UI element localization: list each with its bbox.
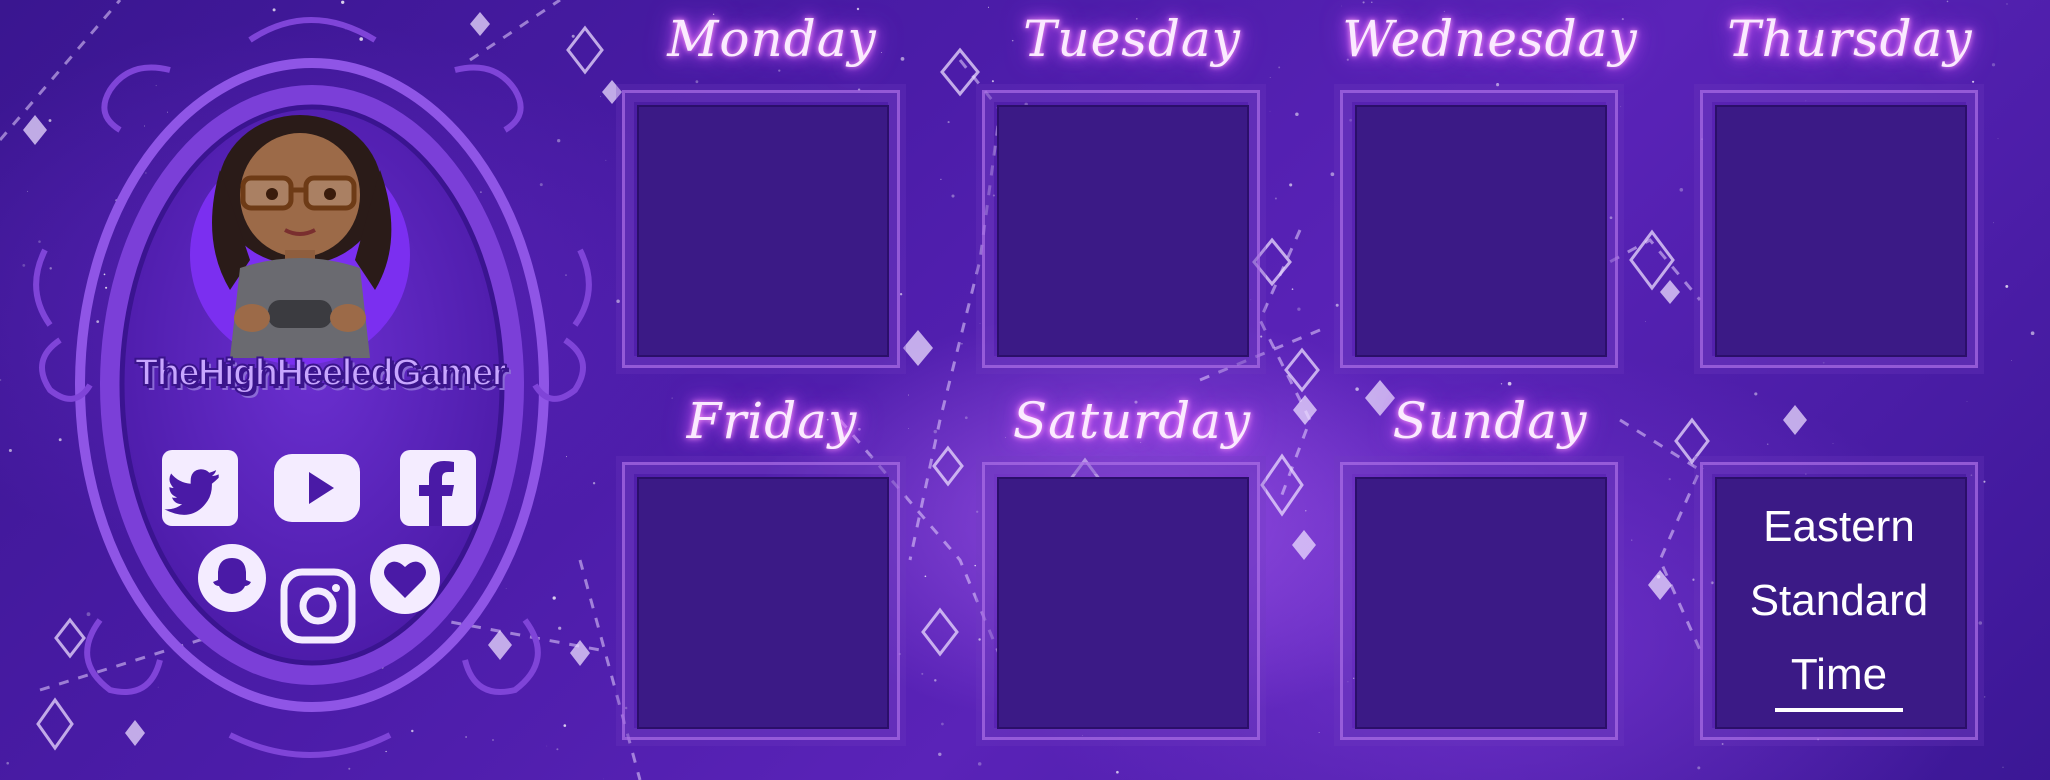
day-title-wednesday: Wednesday <box>1342 10 1638 68</box>
day-title-thursday: Thursday <box>1727 10 1973 68</box>
timezone-line-1: Eastern <box>1763 502 1915 551</box>
schedule-frame-monday <box>622 90 900 368</box>
schedule-slot-wednesday[interactable] <box>1355 105 1607 357</box>
timezone-underline <box>1775 708 1903 712</box>
youtube-icon[interactable] <box>272 448 362 528</box>
schedule-frame-saturday <box>982 462 1260 740</box>
schedule-frame-wednesday <box>1340 90 1618 368</box>
facebook-icon[interactable] <box>398 448 478 528</box>
day-title-saturday: Saturday <box>1012 392 1252 450</box>
schedule-frame-tuesday <box>982 90 1260 368</box>
schedule-frame-sunday <box>1340 462 1618 740</box>
day-title-friday: Friday <box>686 392 858 450</box>
schedule-frame-thursday <box>1700 90 1978 368</box>
schedule-slot-friday[interactable] <box>637 477 889 729</box>
schedule-slot-tuesday[interactable] <box>997 105 1249 357</box>
avatar <box>212 115 392 358</box>
snapchat-icon[interactable] <box>196 542 268 614</box>
day-title-sunday: Sunday <box>1392 392 1588 450</box>
instagram-icon[interactable] <box>280 568 356 644</box>
day-title-monday: Monday <box>667 10 877 68</box>
twitter-icon[interactable] <box>160 448 240 528</box>
channel-name-logo: TheHighHeeledGamer <box>134 351 508 395</box>
schedule-slot-thursday[interactable] <box>1715 105 1967 357</box>
schedule-slot-sunday[interactable] <box>1355 477 1607 729</box>
timezone-line-2: Standard <box>1749 576 1929 625</box>
timezone-frame: Eastern Standard Time <box>1700 462 1978 740</box>
timezone-label: Eastern Standard Time <box>1715 477 1963 725</box>
schedule-frame-friday <box>622 462 900 740</box>
schedule-slot-saturday[interactable] <box>997 477 1249 729</box>
heart-icon[interactable] <box>368 542 442 616</box>
day-title-tuesday: Tuesday <box>1023 10 1241 68</box>
schedule-slot-monday[interactable] <box>637 105 889 357</box>
timezone-line-3: Time <box>1790 650 1888 699</box>
